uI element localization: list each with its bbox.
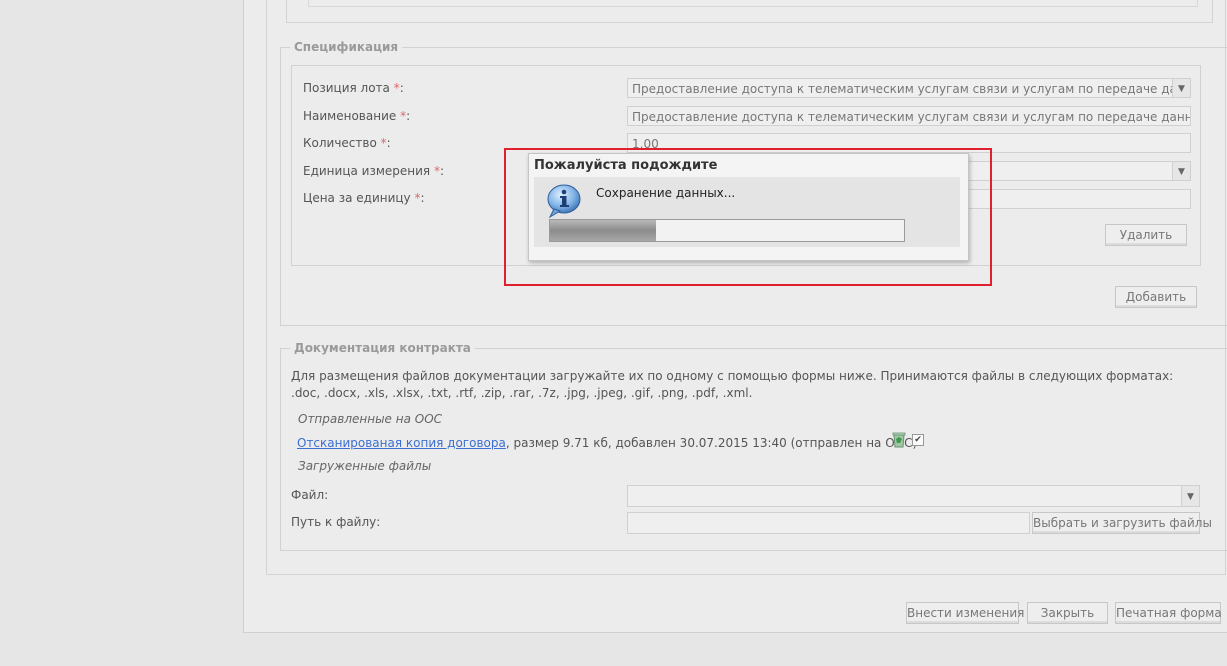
close-button[interactable]: Закрыть bbox=[1027, 602, 1108, 624]
chevron-down-icon[interactable]: ▼ bbox=[1172, 162, 1190, 180]
quantity-label: Количество *: bbox=[303, 136, 391, 150]
file-select[interactable]: ▼ bbox=[627, 485, 1200, 507]
highlight-annotation-box bbox=[504, 148, 992, 286]
unit-label: Единица измерения *: bbox=[303, 164, 445, 178]
sent-file-link[interactable]: Отсканированая копия договора bbox=[297, 436, 506, 450]
file-path-input[interactable] bbox=[627, 512, 1030, 534]
unit-price-label: Цена за единицу *: bbox=[303, 191, 425, 205]
delete-button[interactable]: Удалить bbox=[1105, 224, 1187, 246]
contract-docs-description: Для размещения файлов документации загру… bbox=[291, 369, 1174, 400]
file-label: Файл: bbox=[291, 488, 329, 502]
lot-position-select[interactable]: Предоставление доступа к телематическим … bbox=[627, 78, 1191, 98]
chevron-down-icon[interactable]: ▼ bbox=[1181, 486, 1199, 506]
chevron-down-icon[interactable]: ▼ bbox=[1172, 79, 1190, 97]
name-input[interactable]: Предоставление доступа к телематическим … bbox=[627, 106, 1191, 126]
print-form-button[interactable]: Печатная форма bbox=[1115, 602, 1222, 624]
upload-files-button[interactable]: Выбрать и загрузить файлы bbox=[1032, 512, 1212, 534]
sent-checkbox[interactable]: ✔ bbox=[912, 434, 924, 446]
specification-legend: Спецификация bbox=[290, 40, 403, 54]
sent-heading: Отправленные на ООС bbox=[298, 412, 443, 426]
sent-file-row: Отсканированая копия договора, размер 9.… bbox=[297, 436, 917, 450]
path-label: Путь к файлу: bbox=[291, 515, 381, 529]
contract-docs-legend: Документация контракта bbox=[290, 341, 475, 355]
uploaded-heading: Загруженные файлы bbox=[298, 459, 432, 473]
recycle-bin-icon[interactable] bbox=[891, 431, 907, 448]
lot-position-label: Позиция лота *: bbox=[303, 81, 404, 95]
name-label: Наименование *: bbox=[303, 109, 411, 123]
add-button[interactable]: Добавить bbox=[1115, 286, 1197, 308]
top-fieldset-inner-remnant bbox=[308, 0, 1198, 7]
sent-file-info: , размер 9.71 кб, добавлен 30.07.2015 13… bbox=[505, 436, 918, 450]
save-changes-button[interactable]: Внести изменения bbox=[906, 602, 1024, 624]
